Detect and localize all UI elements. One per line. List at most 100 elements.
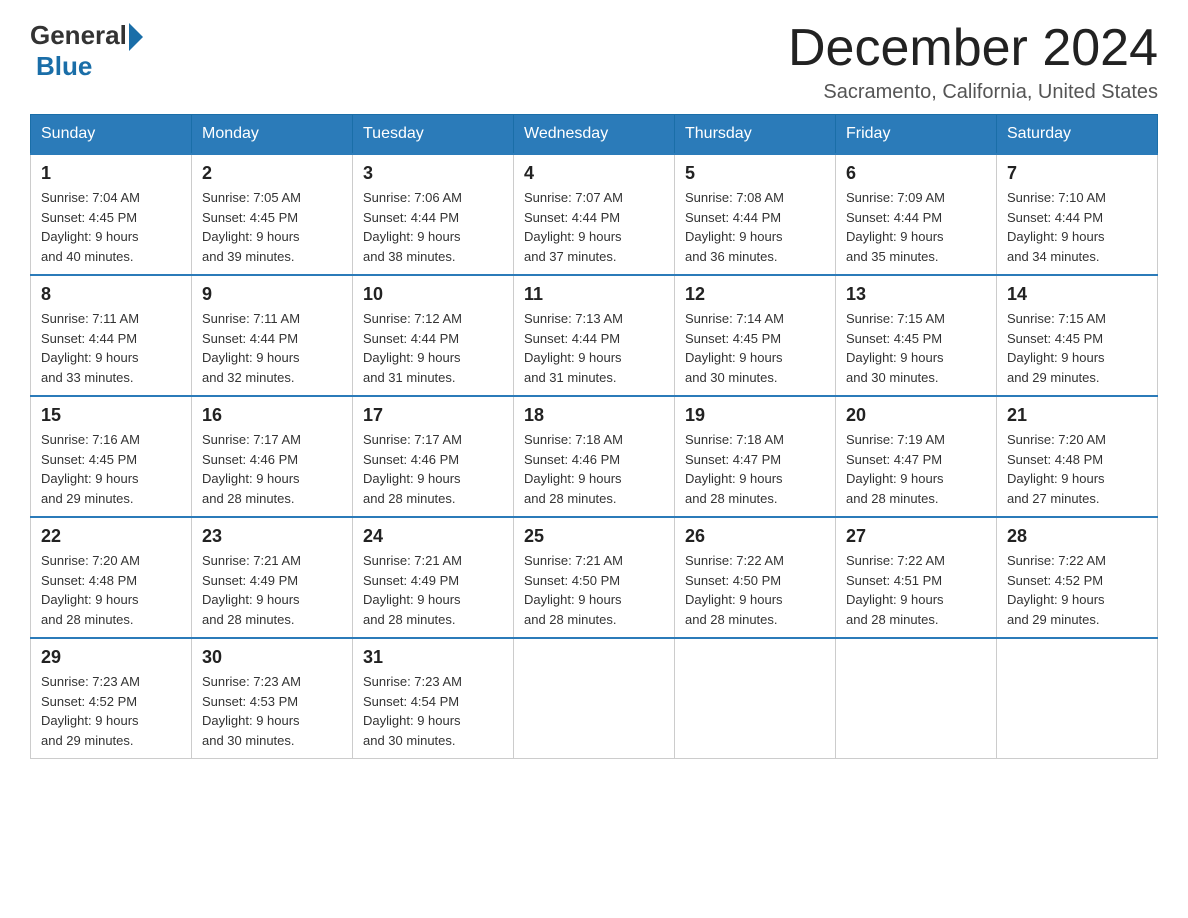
- day-number: 14: [1007, 284, 1147, 305]
- day-info: Sunrise: 7:22 AM Sunset: 4:52 PM Dayligh…: [1007, 551, 1147, 629]
- logo: General Blue: [30, 20, 143, 82]
- day-number: 27: [846, 526, 986, 547]
- day-info: Sunrise: 7:08 AM Sunset: 4:44 PM Dayligh…: [685, 188, 825, 266]
- header-row: Sunday Monday Tuesday Wednesday Thursday…: [31, 115, 1158, 155]
- day-number: 29: [41, 647, 181, 668]
- day-info: Sunrise: 7:09 AM Sunset: 4:44 PM Dayligh…: [846, 188, 986, 266]
- day-number: 1: [41, 163, 181, 184]
- day-number: 8: [41, 284, 181, 305]
- calendar-cell: 10 Sunrise: 7:12 AM Sunset: 4:44 PM Dayl…: [353, 275, 514, 396]
- calendar-cell: 25 Sunrise: 7:21 AM Sunset: 4:50 PM Dayl…: [514, 517, 675, 638]
- calendar-table: Sunday Monday Tuesday Wednesday Thursday…: [30, 114, 1158, 759]
- day-number: 30: [202, 647, 342, 668]
- calendar-cell: 23 Sunrise: 7:21 AM Sunset: 4:49 PM Dayl…: [192, 517, 353, 638]
- empty-cell: [675, 638, 836, 759]
- empty-cell: [836, 638, 997, 759]
- day-info: Sunrise: 7:23 AM Sunset: 4:54 PM Dayligh…: [363, 672, 503, 750]
- calendar-body: 1 Sunrise: 7:04 AM Sunset: 4:45 PM Dayli…: [31, 154, 1158, 759]
- day-info: Sunrise: 7:20 AM Sunset: 4:48 PM Dayligh…: [41, 551, 181, 629]
- calendar-week-row: 15 Sunrise: 7:16 AM Sunset: 4:45 PM Dayl…: [31, 396, 1158, 517]
- day-info: Sunrise: 7:06 AM Sunset: 4:44 PM Dayligh…: [363, 188, 503, 266]
- day-info: Sunrise: 7:05 AM Sunset: 4:45 PM Dayligh…: [202, 188, 342, 266]
- calendar-cell: 2 Sunrise: 7:05 AM Sunset: 4:45 PM Dayli…: [192, 154, 353, 275]
- day-number: 28: [1007, 526, 1147, 547]
- calendar-cell: 5 Sunrise: 7:08 AM Sunset: 4:44 PM Dayli…: [675, 154, 836, 275]
- day-info: Sunrise: 7:15 AM Sunset: 4:45 PM Dayligh…: [1007, 309, 1147, 387]
- day-number: 10: [363, 284, 503, 305]
- day-number: 9: [202, 284, 342, 305]
- day-number: 22: [41, 526, 181, 547]
- day-number: 2: [202, 163, 342, 184]
- day-info: Sunrise: 7:17 AM Sunset: 4:46 PM Dayligh…: [202, 430, 342, 508]
- calendar-cell: 7 Sunrise: 7:10 AM Sunset: 4:44 PM Dayli…: [997, 154, 1158, 275]
- day-info: Sunrise: 7:18 AM Sunset: 4:46 PM Dayligh…: [524, 430, 664, 508]
- day-info: Sunrise: 7:17 AM Sunset: 4:46 PM Dayligh…: [363, 430, 503, 508]
- calendar-cell: 29 Sunrise: 7:23 AM Sunset: 4:52 PM Dayl…: [31, 638, 192, 759]
- day-info: Sunrise: 7:11 AM Sunset: 4:44 PM Dayligh…: [41, 309, 181, 387]
- day-number: 16: [202, 405, 342, 426]
- day-number: 24: [363, 526, 503, 547]
- calendar-cell: 16 Sunrise: 7:17 AM Sunset: 4:46 PM Dayl…: [192, 396, 353, 517]
- day-number: 13: [846, 284, 986, 305]
- day-info: Sunrise: 7:20 AM Sunset: 4:48 PM Dayligh…: [1007, 430, 1147, 508]
- day-info: Sunrise: 7:23 AM Sunset: 4:52 PM Dayligh…: [41, 672, 181, 750]
- calendar-week-row: 1 Sunrise: 7:04 AM Sunset: 4:45 PM Dayli…: [31, 154, 1158, 275]
- calendar-cell: 20 Sunrise: 7:19 AM Sunset: 4:47 PM Dayl…: [836, 396, 997, 517]
- calendar-cell: 3 Sunrise: 7:06 AM Sunset: 4:44 PM Dayli…: [353, 154, 514, 275]
- day-info: Sunrise: 7:19 AM Sunset: 4:47 PM Dayligh…: [846, 430, 986, 508]
- day-info: Sunrise: 7:07 AM Sunset: 4:44 PM Dayligh…: [524, 188, 664, 266]
- calendar-week-row: 29 Sunrise: 7:23 AM Sunset: 4:52 PM Dayl…: [31, 638, 1158, 759]
- title-section: December 2024 Sacramento, California, Un…: [788, 20, 1158, 104]
- day-info: Sunrise: 7:21 AM Sunset: 4:49 PM Dayligh…: [202, 551, 342, 629]
- day-info: Sunrise: 7:18 AM Sunset: 4:47 PM Dayligh…: [685, 430, 825, 508]
- calendar-cell: 27 Sunrise: 7:22 AM Sunset: 4:51 PM Dayl…: [836, 517, 997, 638]
- calendar-week-row: 8 Sunrise: 7:11 AM Sunset: 4:44 PM Dayli…: [31, 275, 1158, 396]
- calendar-cell: 22 Sunrise: 7:20 AM Sunset: 4:48 PM Dayl…: [31, 517, 192, 638]
- day-info: Sunrise: 7:15 AM Sunset: 4:45 PM Dayligh…: [846, 309, 986, 387]
- day-number: 5: [685, 163, 825, 184]
- day-number: 19: [685, 405, 825, 426]
- day-number: 20: [846, 405, 986, 426]
- day-info: Sunrise: 7:23 AM Sunset: 4:53 PM Dayligh…: [202, 672, 342, 750]
- day-number: 6: [846, 163, 986, 184]
- logo-blue-text: Blue: [36, 51, 92, 82]
- day-number: 3: [363, 163, 503, 184]
- calendar-cell: 15 Sunrise: 7:16 AM Sunset: 4:45 PM Dayl…: [31, 396, 192, 517]
- calendar-cell: 21 Sunrise: 7:20 AM Sunset: 4:48 PM Dayl…: [997, 396, 1158, 517]
- calendar-cell: 13 Sunrise: 7:15 AM Sunset: 4:45 PM Dayl…: [836, 275, 997, 396]
- day-info: Sunrise: 7:21 AM Sunset: 4:49 PM Dayligh…: [363, 551, 503, 629]
- calendar-cell: 4 Sunrise: 7:07 AM Sunset: 4:44 PM Dayli…: [514, 154, 675, 275]
- calendar-cell: 19 Sunrise: 7:18 AM Sunset: 4:47 PM Dayl…: [675, 396, 836, 517]
- calendar-cell: 31 Sunrise: 7:23 AM Sunset: 4:54 PM Dayl…: [353, 638, 514, 759]
- day-info: Sunrise: 7:12 AM Sunset: 4:44 PM Dayligh…: [363, 309, 503, 387]
- calendar-cell: 30 Sunrise: 7:23 AM Sunset: 4:53 PM Dayl…: [192, 638, 353, 759]
- calendar-cell: 24 Sunrise: 7:21 AM Sunset: 4:49 PM Dayl…: [353, 517, 514, 638]
- day-number: 21: [1007, 405, 1147, 426]
- day-info: Sunrise: 7:04 AM Sunset: 4:45 PM Dayligh…: [41, 188, 181, 266]
- header-friday: Friday: [836, 115, 997, 155]
- calendar-cell: 9 Sunrise: 7:11 AM Sunset: 4:44 PM Dayli…: [192, 275, 353, 396]
- day-info: Sunrise: 7:22 AM Sunset: 4:51 PM Dayligh…: [846, 551, 986, 629]
- calendar-cell: 6 Sunrise: 7:09 AM Sunset: 4:44 PM Dayli…: [836, 154, 997, 275]
- header-sunday: Sunday: [31, 115, 192, 155]
- day-number: 15: [41, 405, 181, 426]
- calendar-cell: 14 Sunrise: 7:15 AM Sunset: 4:45 PM Dayl…: [997, 275, 1158, 396]
- day-number: 18: [524, 405, 664, 426]
- calendar-cell: 17 Sunrise: 7:17 AM Sunset: 4:46 PM Dayl…: [353, 396, 514, 517]
- calendar-cell: 11 Sunrise: 7:13 AM Sunset: 4:44 PM Dayl…: [514, 275, 675, 396]
- day-number: 25: [524, 526, 664, 547]
- calendar-header: Sunday Monday Tuesday Wednesday Thursday…: [31, 115, 1158, 155]
- day-number: 11: [524, 284, 664, 305]
- day-number: 4: [524, 163, 664, 184]
- page-header: General Blue December 2024 Sacramento, C…: [30, 20, 1158, 104]
- day-info: Sunrise: 7:14 AM Sunset: 4:45 PM Dayligh…: [685, 309, 825, 387]
- header-saturday: Saturday: [997, 115, 1158, 155]
- day-number: 23: [202, 526, 342, 547]
- day-info: Sunrise: 7:11 AM Sunset: 4:44 PM Dayligh…: [202, 309, 342, 387]
- empty-cell: [514, 638, 675, 759]
- header-monday: Monday: [192, 115, 353, 155]
- day-info: Sunrise: 7:13 AM Sunset: 4:44 PM Dayligh…: [524, 309, 664, 387]
- logo-general-text: General: [30, 20, 127, 51]
- empty-cell: [997, 638, 1158, 759]
- calendar-cell: 8 Sunrise: 7:11 AM Sunset: 4:44 PM Dayli…: [31, 275, 192, 396]
